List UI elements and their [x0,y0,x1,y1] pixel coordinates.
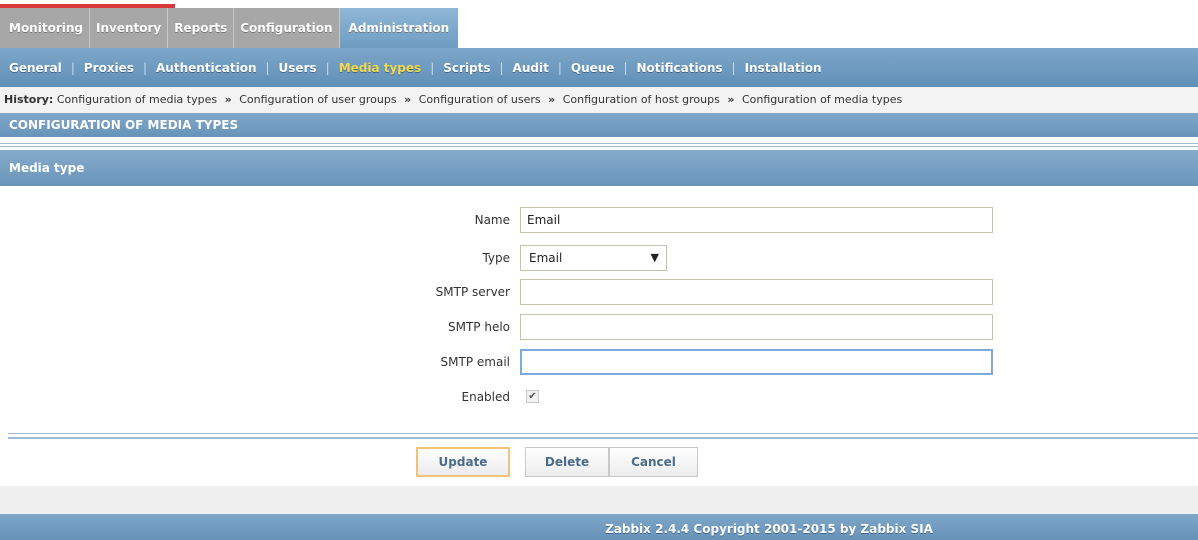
sub-item-general[interactable]: General [9,61,62,75]
sub-menu-separator: | [265,60,270,75]
form-bottom-divider [8,433,1198,439]
enabled-checkbox[interactable]: ✔ [526,390,539,403]
main-tab-configuration[interactable]: Configuration [234,8,340,48]
header-divider [0,143,1198,144]
smtp-helo-label: SMTP helo [447,320,510,334]
main-tab-administration[interactable]: Administration [339,8,459,48]
page-title: CONFIGURATION OF MEDIA TYPES [0,113,1198,137]
form-row-type: Type Email ▼ [0,244,1198,272]
main-tab-reports[interactable]: Reports [168,8,235,48]
cancel-button[interactable]: Cancel [609,447,698,477]
main-menu: Monitoring Inventory Reports Configurati… [0,8,560,48]
history-link[interactable]: Configuration of media types [57,93,217,106]
name-input[interactable]: Email [520,207,993,233]
smtp-server-input[interactable] [520,279,993,305]
sub-menu-separator: | [70,60,75,75]
smtp-email-label: SMTP email [440,355,510,369]
type-label: Type [482,251,510,265]
form-row-smtp-email: SMTP email [0,348,1198,376]
sub-menu-separator: | [142,60,147,75]
smtp-email-input[interactable] [520,349,993,375]
history-separator: » [404,93,412,106]
form-row-name: Name Email [0,206,1198,234]
sub-menu-separator: | [499,60,504,75]
footer-copyright: Zabbix 2.4.4 Copyright 2001-2015 by Zabb… [0,514,1198,540]
sub-menu-separator: | [557,60,562,75]
history-link[interactable]: Configuration of users [419,93,541,106]
header-divider [0,146,1198,147]
enabled-label: Enabled [461,390,511,404]
form-row-enabled: Enabled ✔ [0,383,1198,411]
history-label: History: [4,93,54,106]
delete-button[interactable]: Delete [525,447,609,477]
sub-menu-separator: | [325,60,330,75]
sub-menu-separator: | [430,60,435,75]
history-link[interactable]: Configuration of user groups [239,93,396,106]
sub-item-installation[interactable]: Installation [745,61,822,75]
smtp-server-label: SMTP server [435,285,510,299]
sub-menu-separator: | [731,60,736,75]
sub-menu-separator: | [623,60,628,75]
sub-item-users[interactable]: Users [279,61,317,75]
history-separator: » [224,93,232,106]
history-separator: » [548,93,556,106]
sub-item-authentication[interactable]: Authentication [156,61,257,75]
history-link[interactable]: Configuration of host groups [563,93,720,106]
update-button[interactable]: Update [416,447,510,477]
sub-item-queue[interactable]: Queue [571,61,615,75]
sub-item-audit[interactable]: Audit [513,61,549,75]
checkmark-icon: ✔ [528,391,537,402]
type-select[interactable]: Email ▼ [520,245,667,271]
main-tab-monitoring[interactable]: Monitoring [0,8,90,48]
name-label: Name [474,213,510,227]
form-title: Media type [0,150,1198,186]
sub-menu: General | Proxies | Authentication | Use… [0,48,1198,87]
dropdown-arrow-icon: ▼ [650,251,659,264]
history-link[interactable]: Configuration of media types [742,93,902,106]
sub-item-notifications[interactable]: Notifications [637,61,723,75]
history-separator: » [727,93,735,106]
sub-item-scripts[interactable]: Scripts [443,61,490,75]
footer-spacer [0,486,1198,514]
main-tab-inventory[interactable]: Inventory [90,8,169,48]
form-row-smtp-server: SMTP server [0,278,1198,306]
type-selected-value: Email [529,251,563,265]
sub-item-proxies[interactable]: Proxies [84,61,134,75]
top-strip [0,0,1198,8]
smtp-helo-input[interactable] [520,314,993,340]
form-row-smtp-helo: SMTP helo [0,313,1198,341]
sub-item-media-types[interactable]: Media types [339,61,422,75]
history-breadcrumb: History: Configuration of media types » … [0,87,1198,113]
